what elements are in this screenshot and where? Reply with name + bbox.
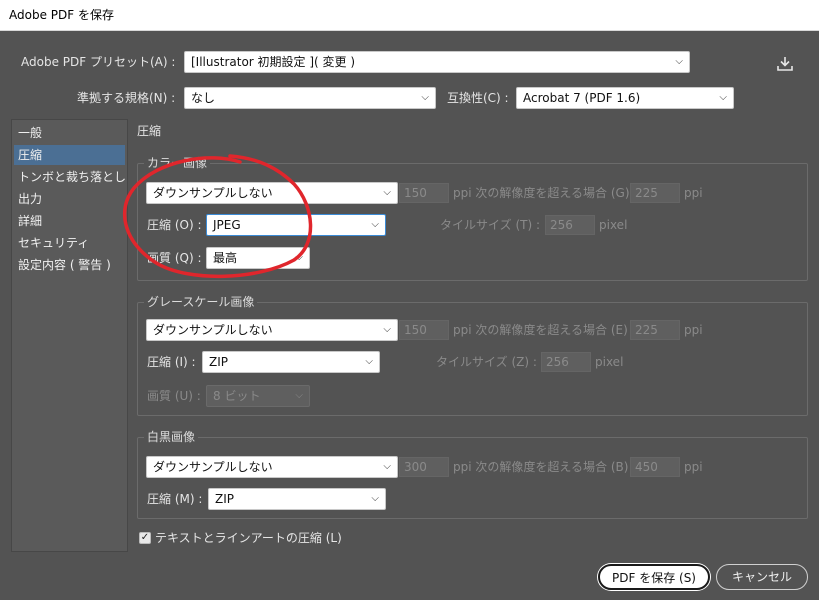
compat-value: Acrobat 7 (PDF 1.6) <box>523 91 641 105</box>
chevron-down-icon: ⌵ <box>383 461 391 472</box>
chevron-down-icon: ⌵ <box>421 92 429 103</box>
mono-compression-value: ZIP <box>215 492 234 506</box>
chevron-down-icon: ⌵ <box>371 493 379 504</box>
gray-above-unit: ppi <box>684 323 703 337</box>
chevron-down-icon: ⌵ <box>365 356 373 367</box>
mono-images-title: 白黒画像 <box>144 430 199 444</box>
chevron-down-icon: ⌵ <box>383 187 391 198</box>
gray-quality-select[interactable]: 8 ビット ⌵ <box>206 385 310 407</box>
mono-above-input[interactable]: 450 <box>630 457 680 477</box>
preset-value: [Illustrator 初期設定 ]( 変更 ) <box>191 55 356 69</box>
chevron-down-icon: ⌵ <box>295 390 303 401</box>
save-pdf-button[interactable]: PDF を保存 (S) <box>598 564 710 590</box>
sidebar-item-output[interactable]: 出力 <box>14 189 125 209</box>
sidebar-item-general[interactable]: 一般 <box>14 123 125 143</box>
cancel-button[interactable]: キャンセル <box>716 564 808 590</box>
gray-quality-value: 8 ビット <box>213 389 261 403</box>
color-tile-input[interactable]: 256 <box>545 215 595 235</box>
gray-tile-input[interactable]: 256 <box>541 352 591 372</box>
section-title: 圧縮 <box>137 124 162 138</box>
color-above-input[interactable]: 225 <box>630 183 680 203</box>
gray-quality-label: 画質 (U) : <box>147 389 201 403</box>
window-titlebar: Adobe PDF を保存 <box>0 0 819 31</box>
sidebar-item-security[interactable]: セキュリティ <box>14 233 125 253</box>
sidebar-item-advanced[interactable]: 詳細 <box>14 211 125 231</box>
gray-ppi-text: ppi 次の解像度を超える場合 (E) <box>453 323 628 337</box>
mono-above-unit: ppi <box>684 460 703 474</box>
compat-select[interactable]: Acrobat 7 (PDF 1.6) ⌵ <box>516 87 734 109</box>
download-icon[interactable] <box>776 56 794 72</box>
text-art-checkbox[interactable]: ✓ <box>139 532 151 544</box>
sidebar-item-compression[interactable]: 圧縮 <box>14 145 125 165</box>
chevron-down-icon: ⌵ <box>371 219 379 230</box>
gray-above-input[interactable]: 225 <box>630 320 680 340</box>
standard-select[interactable]: なし ⌵ <box>184 87 436 109</box>
text-art-label: テキストとラインアートの圧縮 (L) <box>155 531 342 545</box>
mono-ppi-text: ppi 次の解像度を超える場合 (B) <box>453 460 629 474</box>
annotation-circle <box>122 154 313 279</box>
mono-compression-select[interactable]: ZIP ⌵ <box>208 488 386 510</box>
mono-downsample-select[interactable]: ダウンサンプルしない ⌵ <box>146 456 398 478</box>
gray-downsample-select[interactable]: ダウンサンプルしない ⌵ <box>146 319 398 341</box>
mono-ppi-input[interactable]: 300 <box>399 457 449 477</box>
gray-compression-label: 圧縮 (I) : <box>147 355 196 369</box>
standard-value: なし <box>191 91 216 105</box>
mono-downsample-value: ダウンサンプルしない <box>153 460 273 474</box>
gray-tile-label: タイルサイズ (Z) : <box>436 355 537 369</box>
chevron-down-icon: ⌵ <box>383 324 391 335</box>
chevron-down-icon: ⌵ <box>719 92 727 103</box>
color-tile-label: タイルサイズ (T) : <box>440 218 541 232</box>
standard-label: 準拠する規格(N) : <box>77 91 176 105</box>
color-tile-unit: pixel <box>599 218 628 232</box>
gray-downsample-value: ダウンサンプルしない <box>153 323 273 337</box>
chevron-down-icon: ⌵ <box>675 56 683 67</box>
gray-images-title: グレースケール画像 <box>144 295 258 309</box>
compat-label: 互換性(C) : <box>447 91 509 105</box>
color-ppi-text: ppi 次の解像度を超える場合 (G) <box>453 186 630 200</box>
sidebar-item-marks-bleeds[interactable]: トンボと裁ち落とし <box>14 167 125 187</box>
preset-select[interactable]: [Illustrator 初期設定 ]( 変更 ) ⌵ <box>184 51 690 73</box>
window-title: Adobe PDF を保存 <box>9 8 114 22</box>
gray-tile-unit: pixel <box>595 355 624 369</box>
mono-compression-label: 圧縮 (M) : <box>147 492 203 506</box>
gray-compression-value: ZIP <box>209 355 228 369</box>
gray-ppi-input[interactable]: 150 <box>399 320 449 340</box>
color-above-unit: ppi <box>684 186 703 200</box>
preset-label: Adobe PDF プリセット(A) : <box>21 55 176 69</box>
sidebar-item-summary[interactable]: 設定内容 ( 警告 ) <box>14 255 125 275</box>
sidebar: 一般 圧縮 トンボと裁ち落とし 出力 詳細 セキュリティ 設定内容 ( 警告 ) <box>11 119 128 552</box>
color-ppi-input[interactable]: 150 <box>399 183 449 203</box>
gray-compression-select[interactable]: ZIP ⌵ <box>202 351 380 373</box>
